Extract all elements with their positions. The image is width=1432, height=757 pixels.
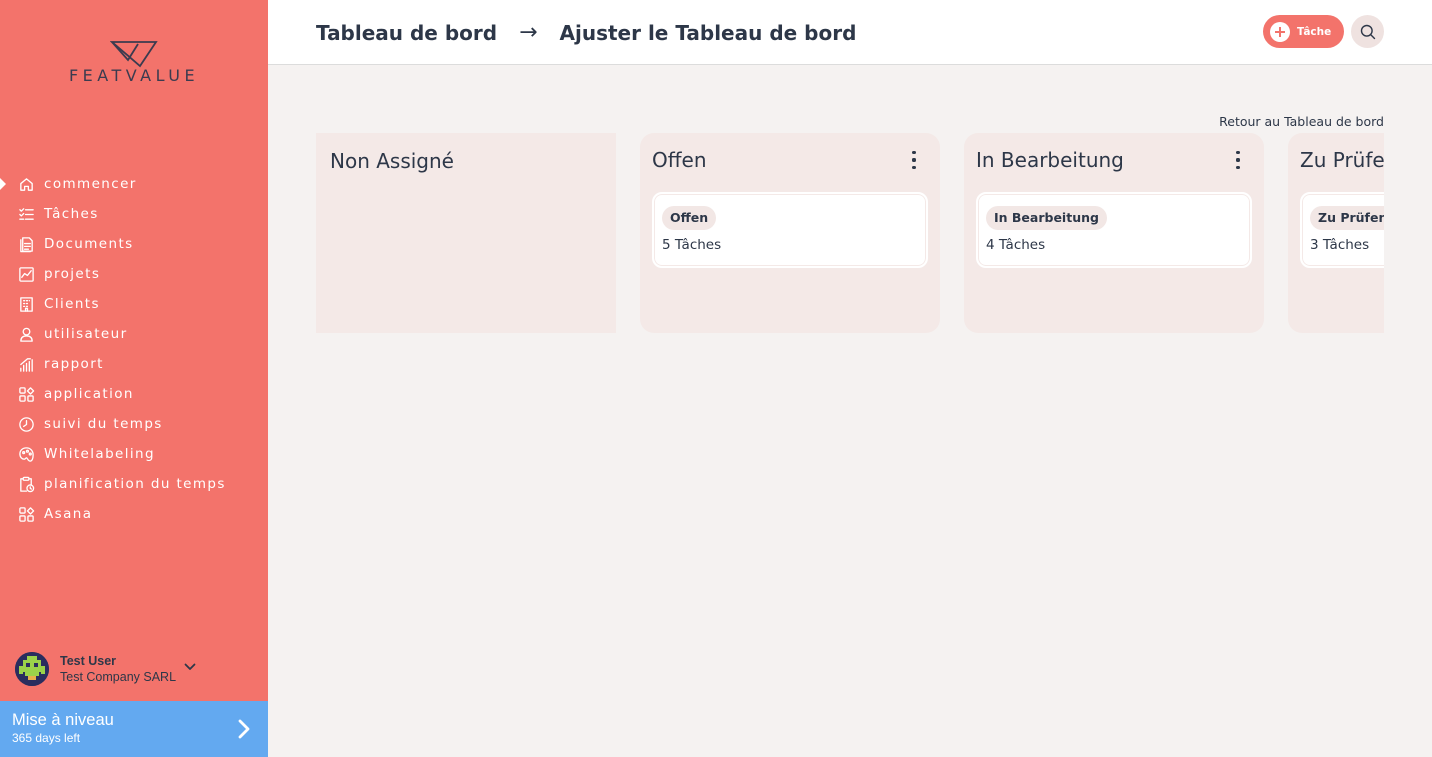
breadcrumb: Tableau de bord → Ajuster le Tableau de … [316, 20, 856, 45]
sidebar-item-documents[interactable]: Documents [0, 229, 268, 259]
avatar [15, 652, 49, 686]
sidebar-item-label: planification du temps [44, 476, 226, 492]
document-icon [17, 235, 35, 253]
sidebar-item-label: rapport [44, 356, 104, 372]
task-count: 5 Tâches [662, 237, 722, 253]
sidebar-item-label: Tâches [44, 206, 99, 222]
user-company: Test Company SARL [60, 669, 177, 684]
logo-mark-icon [110, 41, 158, 68]
task-count: 4 Tâches [986, 237, 1046, 253]
kanban-board: Non Assigné Offen Offen 5 Tâches In Bear… [316, 133, 1384, 333]
search-icon [1360, 24, 1375, 39]
top-header: Tableau de bord → Ajuster le Tableau de … [268, 0, 1432, 65]
sidebar-item-label: application [44, 386, 134, 402]
sidebar-item-label: utilisateur [44, 326, 128, 342]
palette-icon [17, 445, 35, 463]
sidebar-item-taches[interactable]: Tâches [0, 199, 268, 229]
user-icon [17, 325, 35, 343]
column-non-assigne: Non Assigné [316, 133, 616, 333]
status-badge: In Bearbeitung [986, 206, 1107, 230]
column-zu-pruefen: Zu Prüfen Zu Prüfen 3 Tâches [1288, 133, 1384, 333]
breadcrumb-dashboard[interactable]: Tableau de bord [316, 21, 497, 45]
status-card[interactable]: Offen 5 Tâches [652, 192, 928, 268]
search-button[interactable] [1351, 15, 1384, 48]
sidebar-item-utilisateur[interactable]: utilisateur [0, 319, 268, 349]
sidebar-item-asana[interactable]: Asana [0, 499, 268, 529]
clipboard-clock-icon [17, 475, 35, 493]
task-count: 3 Tâches [1310, 237, 1370, 253]
sidebar-item-planification-du-temps[interactable]: planification du temps [0, 469, 268, 499]
user-info: Test User Test Company SARL [60, 654, 176, 685]
column-in-bearbeitung: In Bearbeitung In Bearbeitung 4 Tâches [964, 133, 1264, 333]
upgrade-title: Mise à niveau [12, 711, 114, 729]
sidebar-item-commencer[interactable]: commencer [0, 169, 268, 199]
add-task-button[interactable]: Tâche [1263, 15, 1344, 48]
upgrade-days-left: 365 days left [12, 731, 81, 745]
breadcrumb-arrow: → [519, 20, 538, 45]
column-title: In Bearbeitung [976, 148, 1124, 172]
chevron-down-icon[interactable] [184, 656, 196, 675]
apps-grid-icon [17, 385, 35, 403]
status-badge: Zu Prüfen [1310, 206, 1384, 230]
back-to-dashboard-link[interactable]: Retour au Tableau de bord [1219, 114, 1384, 129]
home-icon [17, 175, 35, 193]
logo-text: FEATVALUE [68, 66, 200, 85]
chevron-right-icon [238, 719, 250, 743]
plus-circle-icon [1270, 21, 1290, 42]
status-badge: Offen [662, 206, 717, 230]
user-menu[interactable]: Test User Test Company SARL [15, 651, 255, 687]
project-chart-icon [17, 265, 35, 283]
column-title: Non Assigné [330, 149, 454, 173]
sidebar-item-label: projets [44, 266, 101, 282]
task-list-icon [17, 205, 35, 223]
apps-grid-icon [17, 505, 35, 523]
featvalue-logo[interactable]: FEATVALUE [46, 40, 222, 90]
timer-icon [17, 415, 35, 433]
sidebar-item-clients[interactable]: Clients [0, 289, 268, 319]
sidebar-item-whitelabeling[interactable]: Whitelabeling [0, 439, 268, 469]
more-vertical-icon[interactable] [910, 151, 918, 169]
sidebar-item-projets[interactable]: projets [0, 259, 268, 289]
column-offen: Offen Offen 5 Tâches [640, 133, 940, 333]
sidebar: FEATVALUE commencer Tâches Documents pro… [0, 0, 268, 757]
breadcrumb-adjust-dashboard: Ajuster le Tableau de bord [559, 20, 857, 45]
sidebar-item-suivi-du-temps[interactable]: suivi du temps [0, 409, 268, 439]
add-task-label: Tâche [1297, 25, 1332, 38]
sidebar-item-label: commencer [44, 176, 137, 192]
sidebar-item-label: Documents [44, 236, 134, 252]
sidebar-item-label: Asana [44, 506, 93, 522]
building-icon [17, 295, 35, 313]
user-name: Test User [60, 653, 117, 668]
sidebar-nav: commencer Tâches Documents projets Clien… [0, 169, 268, 529]
sidebar-item-label: Whitelabeling [44, 446, 155, 462]
column-title: Zu Prüfen [1300, 148, 1384, 172]
sidebar-item-label: Clients [44, 296, 100, 312]
report-bars-icon [17, 355, 35, 373]
status-card[interactable]: In Bearbeitung 4 Tâches [976, 192, 1252, 268]
sidebar-item-application[interactable]: application [0, 379, 268, 409]
status-card[interactable]: Zu Prüfen 3 Tâches [1300, 192, 1384, 268]
more-vertical-icon[interactable] [1234, 151, 1242, 169]
upgrade-banner[interactable]: Mise à niveau 365 days left [0, 701, 268, 757]
sidebar-item-label: suivi du temps [44, 416, 163, 432]
column-title: Offen [652, 148, 707, 172]
sidebar-item-rapport[interactable]: rapport [0, 349, 268, 379]
